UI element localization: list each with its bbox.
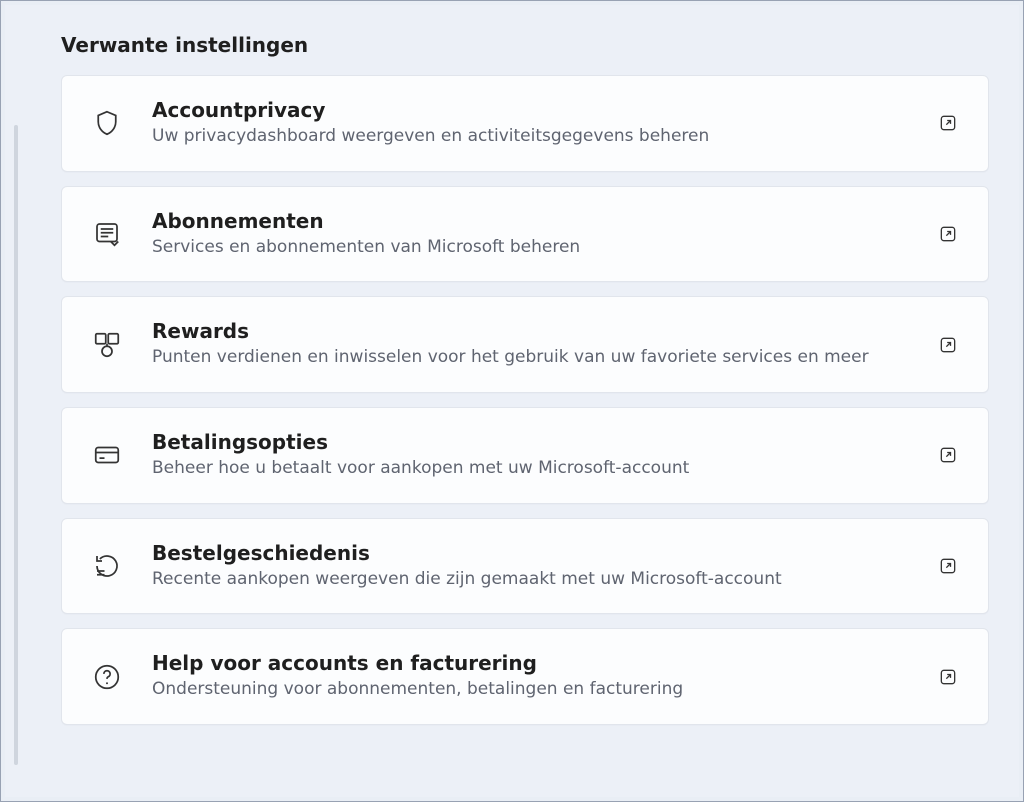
help-icon — [90, 660, 124, 694]
external-link-icon — [936, 554, 960, 578]
section-title: Verwante instellingen — [61, 33, 991, 57]
external-link-icon — [936, 443, 960, 467]
related-settings-list: Accountprivacy Uw privacydashboard weerg… — [61, 75, 989, 725]
history-icon — [90, 549, 124, 583]
item-title: Bestelgeschiedenis — [152, 541, 908, 565]
shield-icon — [90, 106, 124, 140]
credit-card-icon — [90, 438, 124, 472]
item-desc: Services en abonnementen van Microsoft b… — [152, 235, 908, 260]
item-title: Abonnementen — [152, 209, 908, 233]
item-title: Help voor accounts en facturering — [152, 651, 908, 675]
scrollbar[interactable] — [14, 125, 18, 765]
item-desc: Uw privacydashboard weergeven en activit… — [152, 124, 908, 149]
external-link-icon — [936, 111, 960, 135]
item-title: Accountprivacy — [152, 98, 908, 122]
item-desc: Recente aankopen weergeven die zijn gema… — [152, 567, 908, 592]
item-payment-options[interactable]: Betalingsopties Beheer hoe u betaalt voo… — [61, 407, 989, 504]
rewards-icon — [90, 328, 124, 362]
item-desc: Beheer hoe u betaalt voor aankopen met u… — [152, 456, 908, 481]
item-rewards[interactable]: Rewards Punten verdienen en inwisselen v… — [61, 296, 989, 393]
item-account-privacy[interactable]: Accountprivacy Uw privacydashboard weerg… — [61, 75, 989, 172]
external-link-icon — [936, 222, 960, 246]
external-link-icon — [936, 333, 960, 357]
item-title: Rewards — [152, 319, 908, 343]
item-desc: Punten verdienen en inwisselen voor het … — [152, 345, 908, 370]
item-title: Betalingsopties — [152, 430, 908, 454]
item-desc: Ondersteuning voor abonnementen, betalin… — [152, 677, 908, 702]
item-subscriptions[interactable]: Abonnementen Services en abonnementen va… — [61, 186, 989, 283]
item-order-history[interactable]: Bestelgeschiedenis Recente aankopen weer… — [61, 518, 989, 615]
subscription-icon — [90, 217, 124, 251]
external-link-icon — [936, 665, 960, 689]
item-help-accounts-billing[interactable]: Help voor accounts en facturering Onders… — [61, 628, 989, 725]
